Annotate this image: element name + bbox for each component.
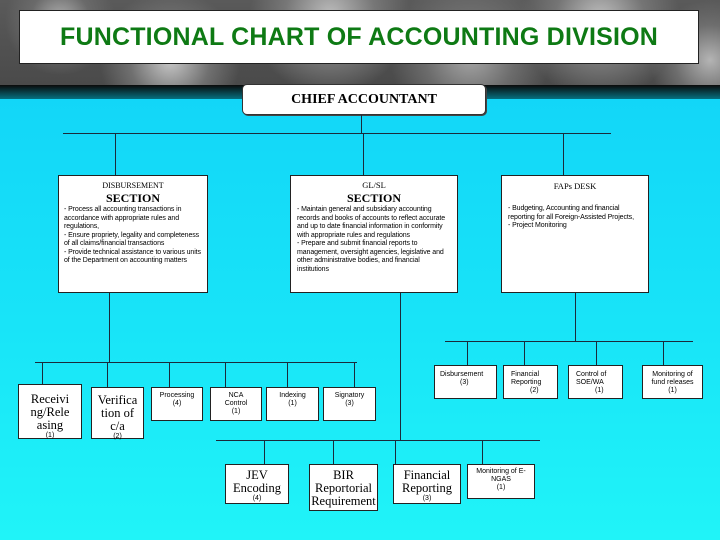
disbursement-section-name: DISBURSEMENT xyxy=(102,181,164,190)
title-banner: FUNCTIONAL CHART OF ACCOUNTING DIVISION xyxy=(19,10,699,64)
unit-financial-reporting-label: Financial Reporting xyxy=(402,468,452,495)
unit-engas-count: (1) xyxy=(496,484,506,491)
unit-indexing-label: Indexing xyxy=(279,392,306,399)
unit-verification-label: Verifica tion of c/a xyxy=(97,393,138,433)
connector-unit-jev xyxy=(264,440,265,464)
chart-title: FUNCTIONAL CHART OF ACCOUNTING DIVISION xyxy=(59,22,659,51)
connector-disbursement-bus xyxy=(35,362,357,363)
unit-signatory: Signatory (3) xyxy=(323,387,376,421)
unit-faps-financial-label: Financial Reporting xyxy=(511,371,542,386)
unit-processing-label: Processing xyxy=(159,392,195,399)
connector-to-disbursement xyxy=(115,133,116,175)
unit-faps-fund-count: (1) xyxy=(668,387,677,394)
unit-nca-label: NCA Control xyxy=(224,392,248,407)
connector-chief-down xyxy=(361,115,362,133)
connector-unit-engas xyxy=(482,440,483,464)
connector-top-bus xyxy=(63,133,611,134)
connector-unit-financial-reporting xyxy=(395,440,396,464)
unit-receiving-releasing: Receivi ng/Rele asing (1) xyxy=(18,384,82,439)
connector-unit-signatory xyxy=(354,362,355,387)
unit-nca-control: NCA Control (1) xyxy=(210,387,262,421)
glsl-section-description: - Maintain general and subsidiary accoun… xyxy=(297,206,446,273)
unit-signatory-count: (3) xyxy=(345,400,354,407)
chief-accountant-box: CHIEF ACCOUNTANT xyxy=(242,84,486,115)
unit-faps-control-soe: Control of SOE/WA (1) xyxy=(568,365,623,399)
unit-faps-financial-count: (2) xyxy=(530,387,539,394)
connector-unit-indexing xyxy=(287,362,288,387)
unit-bir-reportorial: BIR Reportorial Requirement xyxy=(309,464,378,511)
disbursement-section-description: - Process all accounting transactions in… xyxy=(64,206,201,264)
unit-indexing: Indexing (1) xyxy=(266,387,319,421)
unit-jev-label: JEV Encoding xyxy=(233,468,281,495)
connector-unit-nca xyxy=(225,362,226,387)
glsl-section-name: GL/SL xyxy=(362,180,386,190)
unit-faps-fund-label: Monitoring of fund releases xyxy=(651,371,694,386)
disbursement-section-box: DISBURSEMENT SECTION - Process all accou… xyxy=(58,175,208,293)
unit-verification: Verifica tion of c/a (2) xyxy=(91,387,144,440)
connector-bus-to-glsl xyxy=(363,133,364,175)
unit-faps-soe-count: (1) xyxy=(595,387,604,394)
unit-jev-encoding: JEV Encoding (4) xyxy=(225,464,289,504)
unit-jev-count: (4) xyxy=(252,495,262,502)
connector-unit-receiving xyxy=(42,362,43,384)
unit-faps-disbursement-label: Disbursement xyxy=(440,371,484,378)
connector-glsl-down xyxy=(400,293,401,440)
faps-desk-name: FAPs DESK xyxy=(553,181,597,191)
connector-faps-down xyxy=(575,293,576,341)
unit-faps-disbursement-count: (3) xyxy=(460,379,469,386)
unit-financial-reporting: Financial Reporting (3) xyxy=(393,464,461,504)
unit-indexing-count: (1) xyxy=(288,400,297,407)
chief-accountant-label: CHIEF ACCOUNTANT xyxy=(291,91,437,107)
unit-signatory-label: Signatory xyxy=(334,392,365,399)
glsl-section-box: GL/SL SECTION - Maintain general and sub… xyxy=(290,175,458,293)
unit-financial-reporting-count: (3) xyxy=(422,495,432,502)
disbursement-section-subtitle: SECTION xyxy=(105,191,161,205)
unit-nca-count: (1) xyxy=(231,408,241,415)
faps-desk-box: FAPs DESK - Budgeting, Accounting and fi… xyxy=(501,175,649,293)
unit-processing: Processing (4) xyxy=(151,387,203,421)
unit-processing-count: (4) xyxy=(172,400,182,407)
unit-bir-label: BIR Reportorial Requirement xyxy=(311,468,376,508)
connector-unit-faps-disbursement xyxy=(467,341,468,365)
connector-disbursement-down xyxy=(109,293,110,362)
unit-faps-disbursement: Disbursement (3) xyxy=(434,365,497,399)
faps-desk-description: - Budgeting, Accounting and financial re… xyxy=(508,205,634,229)
connector-unit-processing xyxy=(169,362,170,387)
connector-unit-faps-soe xyxy=(596,341,597,365)
glsl-section-subtitle: SECTION xyxy=(346,191,402,205)
connector-unit-faps-financial xyxy=(524,341,525,365)
unit-monitoring-engas: Monitoring of E-NGAS (1) xyxy=(467,464,535,499)
connector-faps-bus xyxy=(445,341,693,342)
connector-unit-verification xyxy=(107,362,108,387)
connector-unit-bir xyxy=(333,440,334,464)
connector-unit-faps-fund xyxy=(663,341,664,365)
unit-faps-soe-label: Control of SOE/WA xyxy=(576,371,607,386)
unit-receiving-count: (1) xyxy=(45,432,55,439)
unit-faps-financial-reporting: Financial Reporting (2) xyxy=(503,365,558,399)
unit-receiving-label: Receivi ng/Rele asing xyxy=(30,392,70,432)
unit-engas-label: Monitoring of E-NGAS xyxy=(476,468,526,483)
connector-to-faps xyxy=(563,133,564,175)
unit-verification-count: (2) xyxy=(113,433,122,440)
unit-faps-monitoring-fund: Monitoring of fund releases (1) xyxy=(642,365,703,399)
